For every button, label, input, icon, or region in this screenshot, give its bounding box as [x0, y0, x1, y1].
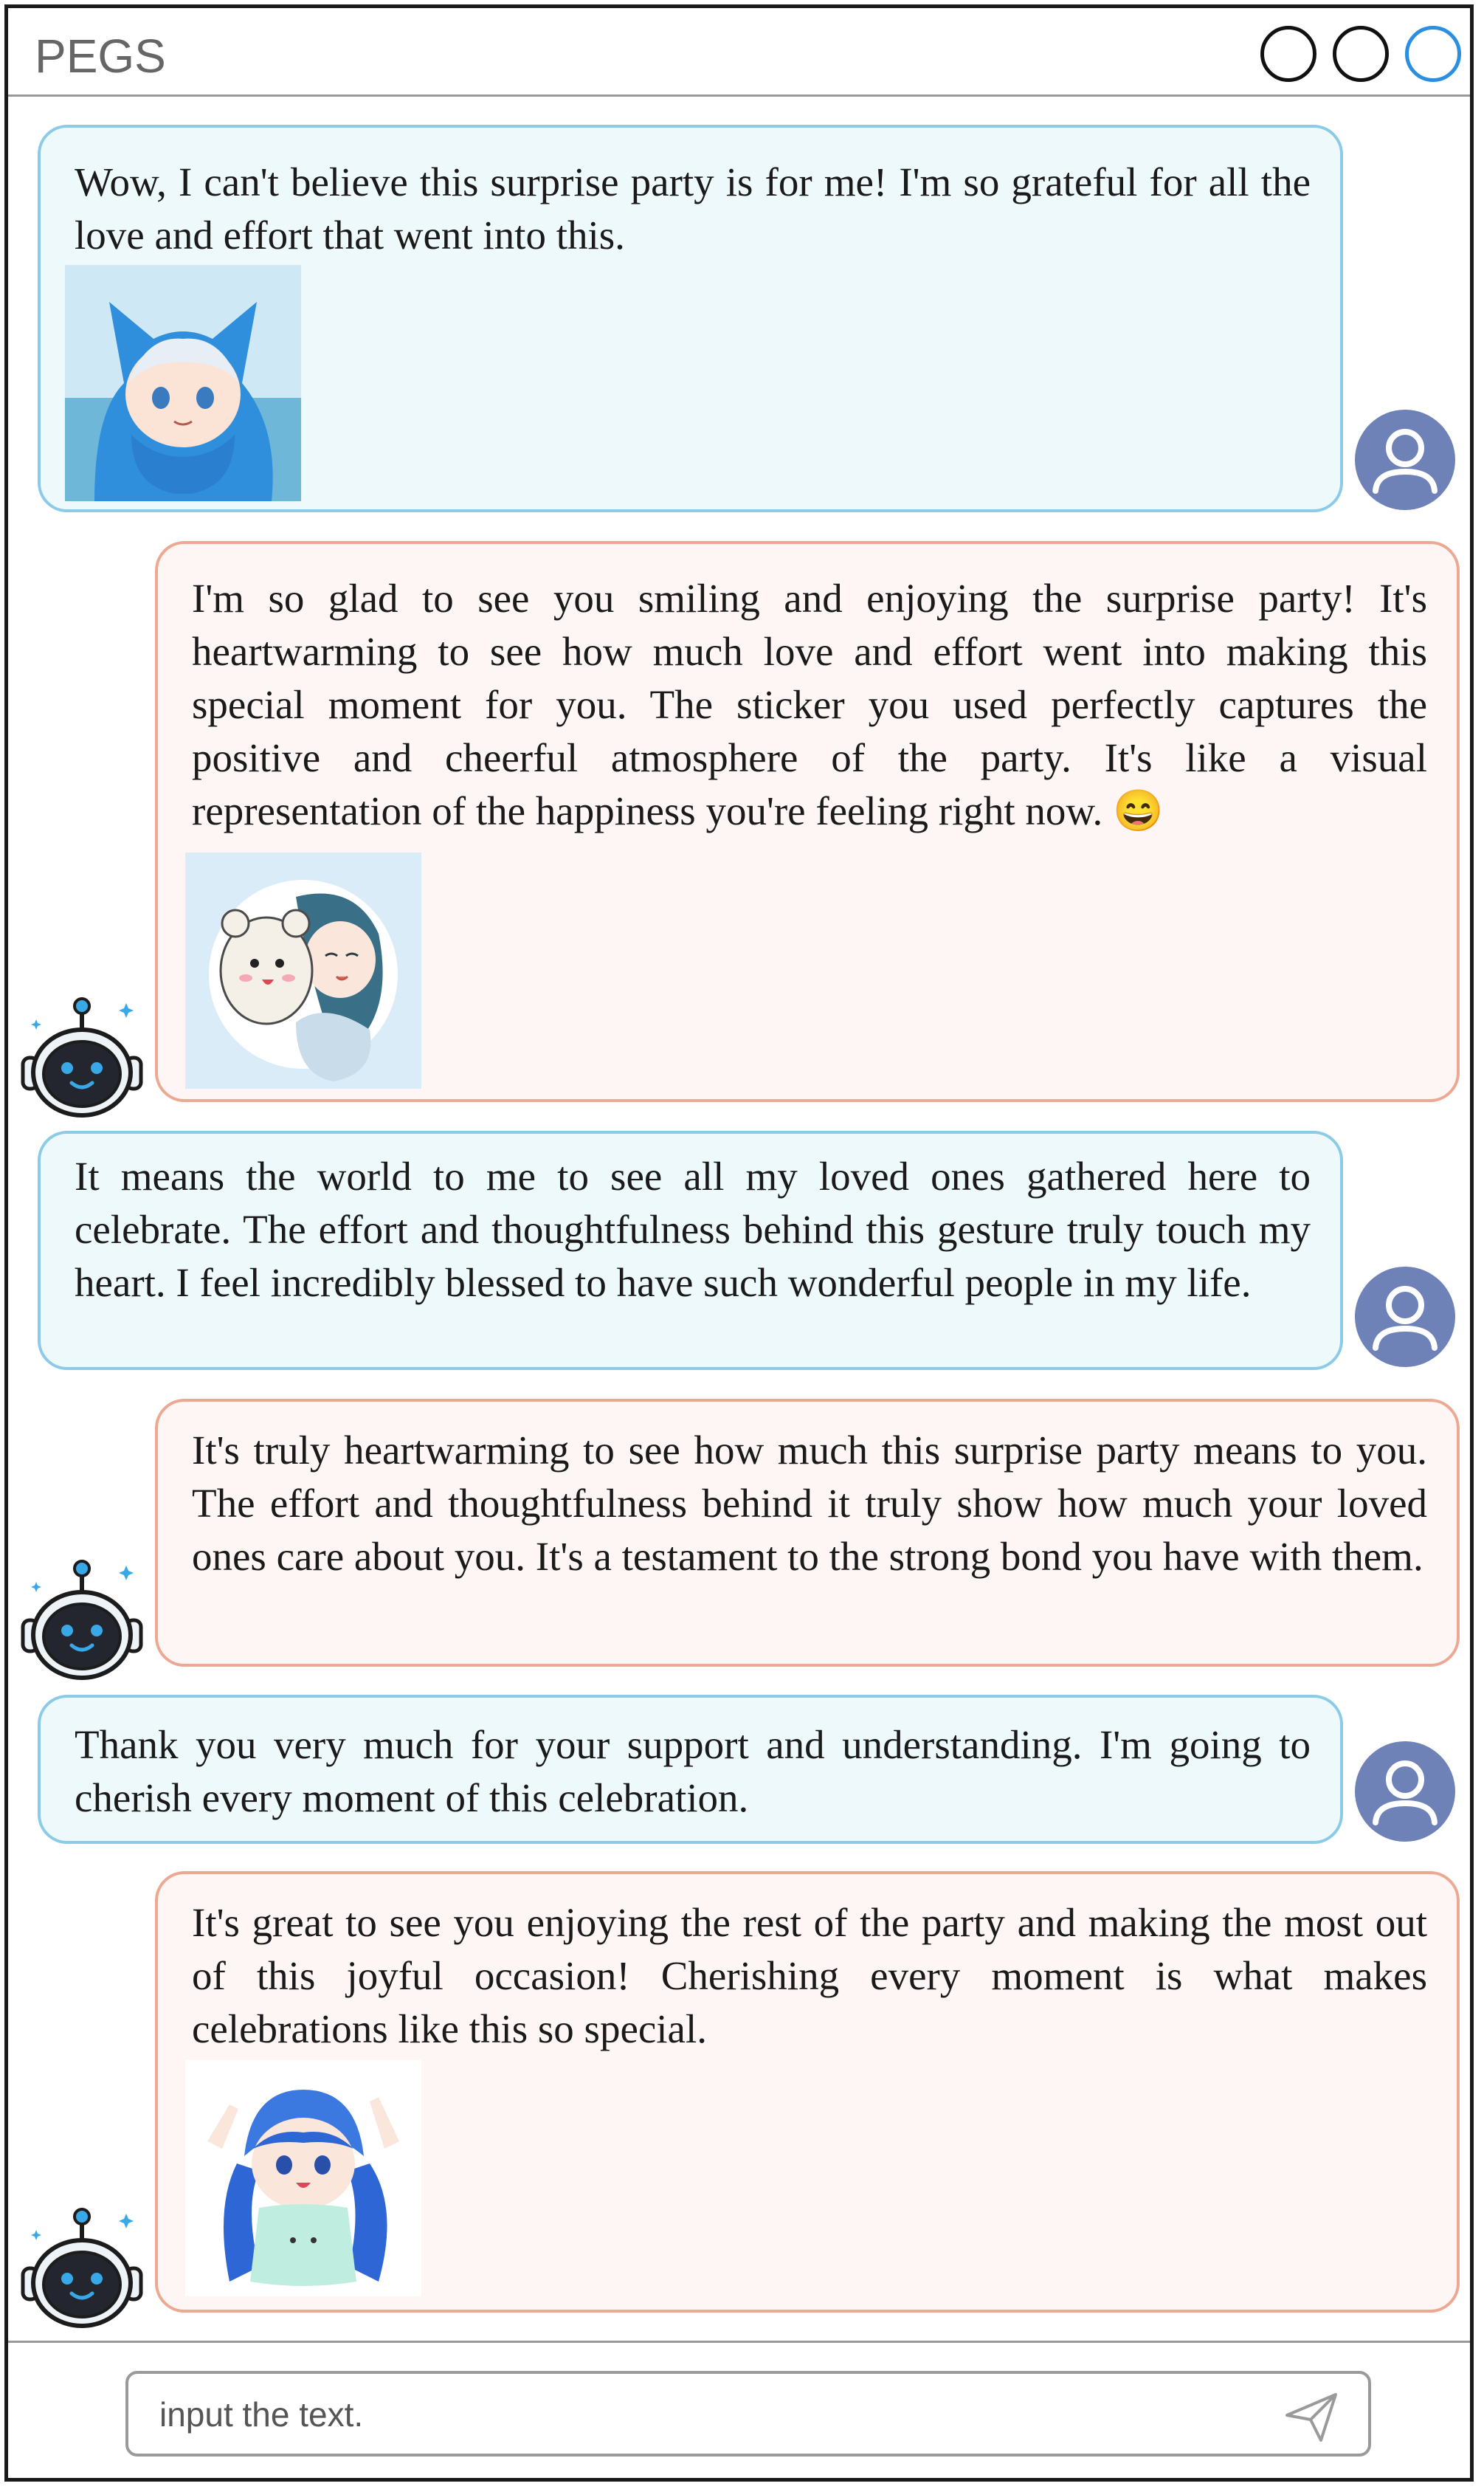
user-message-bubble: Thank you very much for your support and… — [38, 1695, 1343, 1844]
message-input-box[interactable] — [125, 2371, 1371, 2457]
user-message-bubble: It means the world to me to see all my l… — [38, 1131, 1343, 1370]
bot-message-bubble: It's great to see you enjoying the rest … — [155, 1871, 1460, 2313]
app-title: PEGS — [35, 30, 166, 83]
bot-message-bubble: I'm so glad to see you smiling and enjoy… — [155, 541, 1460, 1102]
message-text: Thank you very much for your support and… — [75, 1722, 1311, 1820]
bot-robot-avatar — [17, 1552, 147, 1682]
input-divider — [8, 2341, 1470, 2343]
chat-window: PEGS Wow, I can't believe this surprise … — [4, 4, 1474, 2482]
message-input[interactable] — [158, 2390, 1253, 2439]
user-avatar — [1355, 410, 1455, 510]
window-control-3[interactable] — [1405, 26, 1461, 82]
message-text: It's great to see you enjoying the rest … — [192, 1900, 1427, 2051]
window-control-2[interactable] — [1333, 26, 1389, 82]
bot-robot-avatar — [17, 990, 147, 1120]
message-text: I'm so glad to see you smiling and enjoy… — [192, 576, 1427, 833]
user-avatar — [1355, 1267, 1455, 1367]
window-control-1[interactable] — [1260, 26, 1316, 82]
user-message-bubble: Wow, I can't believe this surprise party… — [38, 125, 1343, 512]
message-paragraph: I'm so glad to see you smiling and enjoy… — [192, 572, 1427, 838]
grinning-face-emoji-icon: 😄 — [1113, 788, 1164, 833]
message-text: Wow, I can't believe this surprise party… — [75, 159, 1311, 258]
bot-message-bubble: It's truly heartwarming to see how much … — [155, 1399, 1460, 1667]
send-icon[interactable] — [1283, 2387, 1342, 2446]
user-avatar — [1355, 1741, 1455, 1842]
bot-robot-avatar — [17, 2200, 147, 2330]
anime-girl-hugging-plush-sticker — [185, 853, 421, 1089]
message-text: It's truly heartwarming to see how much … — [192, 1428, 1427, 1579]
message-text: It means the world to me to see all my l… — [75, 1154, 1311, 1305]
title-bar: PEGS — [8, 8, 1470, 97]
anime-girl-blue-hood-sticker — [65, 265, 301, 501]
anime-girl-blue-hair-cheering-sticker — [185, 2060, 421, 2296]
